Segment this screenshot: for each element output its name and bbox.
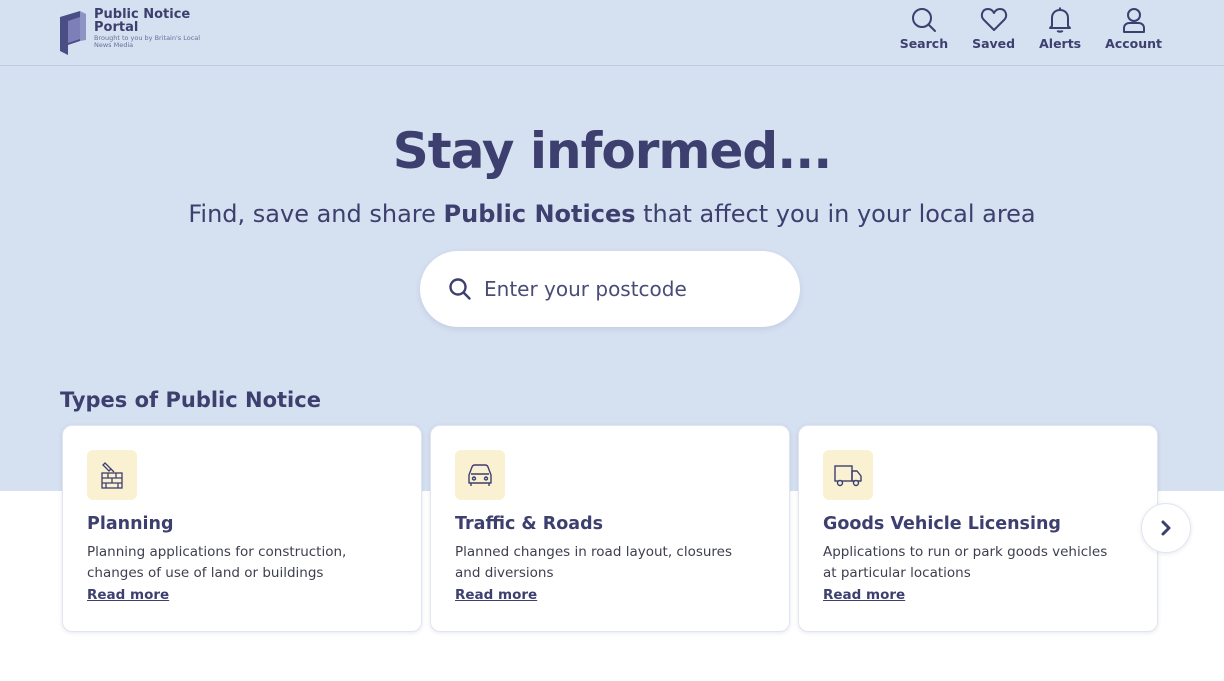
site-header: Public Notice Portal Brought to you by B…: [0, 0, 1224, 66]
chevron-right-icon: [1161, 520, 1171, 536]
nav-alerts[interactable]: Alerts: [1039, 6, 1081, 51]
nav-saved[interactable]: Saved: [972, 6, 1015, 51]
main-nav: Search Saved Alerts Account: [876, 6, 1162, 51]
card-icon-container: [87, 450, 137, 500]
logo-mark-icon: [60, 11, 86, 55]
card-description: Applications to run or park goods vehicl…: [823, 544, 1108, 581]
card-title: Planning: [87, 514, 174, 534]
hero-title: Stay informed...: [392, 122, 832, 180]
card-traffic-roads[interactable]: Traffic & Roads Planned changes in road …: [430, 425, 790, 632]
nav-search[interactable]: Search: [900, 6, 948, 51]
hero-subtitle-emphasis: Public Notices: [443, 200, 636, 228]
nav-saved-label: Saved: [972, 36, 1016, 51]
site-logo[interactable]: Public Notice Portal Brought to you by B…: [60, 8, 204, 55]
nav-account[interactable]: Account: [1105, 6, 1162, 51]
car-icon: [468, 464, 492, 486]
user-icon: [1122, 8, 1145, 33]
card-description: Planned changes in road layout, closures…: [455, 544, 733, 581]
hero-subtitle-end: that affect you in your local area: [635, 200, 1036, 228]
nav-alerts-label: Alerts: [1039, 36, 1082, 51]
brick-wall-trowel-icon: [101, 462, 123, 489]
card-description: Planning applications for construction, …: [87, 544, 347, 581]
bell-icon: [1049, 7, 1072, 33]
card-title: Goods Vehicle Licensing: [823, 514, 1061, 534]
hero-background: [0, 0, 1224, 491]
postcode-input[interactable]: [484, 277, 774, 301]
card-icon-container: [455, 450, 505, 500]
truck-icon: [834, 465, 862, 487]
search-icon[interactable]: [448, 277, 472, 301]
card-title: Traffic & Roads: [455, 514, 604, 534]
read-more-link[interactable]: Read more: [455, 587, 537, 603]
read-more-link[interactable]: Read more: [823, 587, 905, 603]
nav-search-label: Search: [899, 36, 949, 51]
heart-icon: [980, 8, 1007, 31]
nav-account-label: Account: [1105, 36, 1162, 51]
logo-subtitle: Brought to you by Britain's Local News M…: [94, 34, 201, 49]
hero-subtitle-start: Find, save and share: [188, 200, 444, 228]
read-more-link[interactable]: Read more: [87, 587, 169, 603]
card-goods-vehicle-licensing[interactable]: Goods Vehicle Licensing Applications to …: [798, 425, 1158, 632]
logo-title: Public Notice Portal: [94, 7, 191, 35]
search-icon: [911, 8, 936, 32]
carousel-next-button[interactable]: [1141, 503, 1191, 553]
hero-subtitle: Find, save and share Public Notices that…: [0, 200, 1224, 228]
card-icon-container: [823, 450, 873, 500]
card-planning[interactable]: Planning Planning applications for const…: [62, 425, 422, 632]
types-heading: Types of Public Notice: [60, 388, 321, 412]
postcode-search-box[interactable]: [420, 251, 800, 327]
